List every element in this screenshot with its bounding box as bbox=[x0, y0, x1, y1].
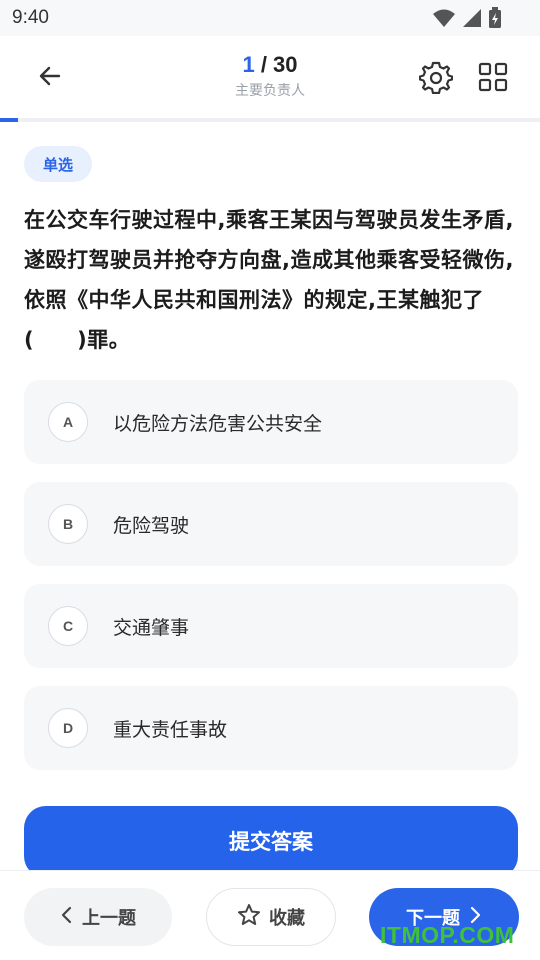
progress-bar bbox=[0, 118, 540, 122]
option-d[interactable]: D 重大责任事故 bbox=[24, 686, 518, 770]
status-bar: 9:40 bbox=[0, 0, 540, 36]
question-type-tag: 单选 bbox=[24, 146, 92, 182]
option-b[interactable]: B 危险驾驶 bbox=[24, 482, 518, 566]
option-text: 交通肇事 bbox=[113, 616, 190, 639]
progress-separator: / bbox=[254, 52, 274, 77]
status-icons bbox=[432, 7, 502, 33]
favorite-label: 收藏 bbox=[269, 908, 305, 929]
option-a[interactable]: A 以危险方法危害公共安全 bbox=[24, 380, 518, 464]
previous-label: 上一题 bbox=[82, 908, 136, 929]
progress-current: 1 bbox=[242, 52, 255, 77]
progress-total: 30 bbox=[273, 52, 298, 77]
grid-icon bbox=[478, 62, 508, 96]
arrow-left-icon bbox=[37, 63, 63, 93]
watermark-text: ITMOP.COM bbox=[380, 922, 515, 948]
option-c[interactable]: C 交通肇事 bbox=[24, 584, 518, 668]
option-text: 危险驾驶 bbox=[113, 514, 190, 537]
answer-sheet-button[interactable] bbox=[478, 62, 508, 92]
option-text: 以危险方法危害公共安全 bbox=[113, 412, 323, 435]
status-time: 9:40 bbox=[12, 7, 49, 28]
question-text: 在公交车行驶过程中,乘客王某因与驾驶员发生矛盾,遂殴打驾驶员并抢夺方向盘,造成其… bbox=[24, 208, 514, 352]
gear-icon bbox=[418, 61, 454, 98]
signal-icon bbox=[462, 8, 482, 32]
option-letter: B bbox=[48, 504, 88, 544]
app-header: 1 / 30 主要负责人 bbox=[0, 36, 540, 118]
wifi-icon bbox=[432, 8, 456, 32]
progress-bar-fill bbox=[0, 118, 19, 122]
option-text: 重大责任事故 bbox=[113, 718, 228, 741]
star-icon bbox=[237, 903, 261, 932]
option-letter: D bbox=[48, 708, 88, 748]
previous-question-button[interactable]: 上一题 bbox=[24, 888, 172, 946]
battery-icon bbox=[488, 7, 502, 33]
settings-button[interactable] bbox=[418, 60, 454, 95]
submit-answer-button[interactable]: 提交答案 bbox=[24, 806, 518, 878]
back-button[interactable] bbox=[34, 62, 66, 94]
chevron-left-icon bbox=[60, 906, 74, 929]
option-letter: A bbox=[48, 402, 88, 442]
option-letter: C bbox=[48, 606, 88, 646]
progress-counter: 1 / 30 bbox=[170, 52, 370, 78]
page-subtitle: 主要负责人 bbox=[235, 83, 305, 99]
favorite-button[interactable]: 收藏 bbox=[206, 888, 336, 946]
question-progress: 1 / 30 主要负责人 bbox=[170, 52, 370, 100]
